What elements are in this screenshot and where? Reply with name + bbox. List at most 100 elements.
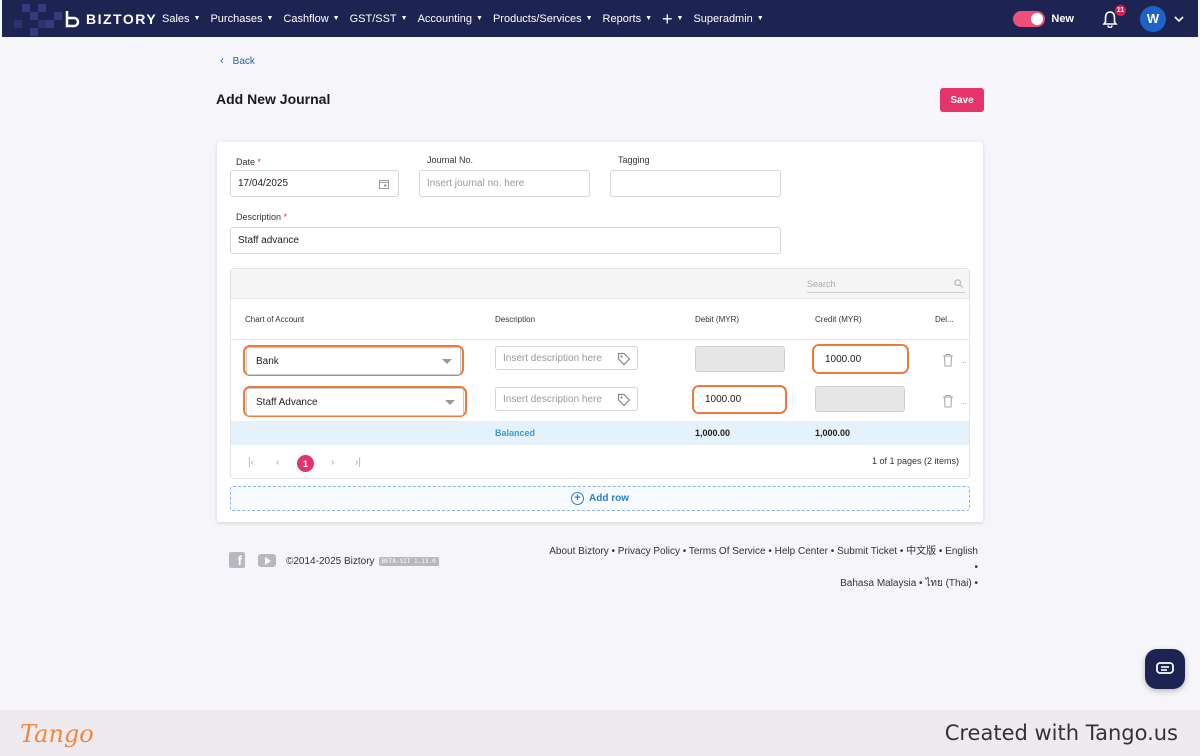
nav-label: Reports	[602, 12, 642, 25]
tag-icon[interactable]	[617, 393, 631, 407]
biztory-logo-icon	[65, 10, 80, 27]
youtube-icon[interactable]	[258, 554, 276, 567]
new-ui-toggle[interactable]	[1013, 10, 1046, 27]
top-navbar: BIZTORY Sales ▼ Purchases ▼ Cashflow ▼ GST/…	[2, 0, 1198, 37]
chat-support-button[interactable]	[1145, 649, 1185, 689]
nav-purchases[interactable]: Purchases ▼	[210, 13, 273, 25]
nav-gst-sst[interactable]: GST/SST ▼	[350, 13, 408, 25]
column-header-account[interactable]: Chart of Account	[245, 315, 304, 324]
notification-badge: 11	[1115, 4, 1126, 16]
credit-input[interactable]	[815, 386, 905, 412]
tango-watermark-bar: Tango Created with Tango.us	[0, 710, 1200, 756]
nav-label: Purchases	[210, 12, 263, 25]
row-more-icon: ..	[962, 356, 967, 365]
nav-products-services[interactable]: Products/Services ▼	[493, 13, 593, 25]
calendar-icon[interactable]	[379, 179, 389, 189]
version-badge: BETA-SIT 1.13.0	[378, 557, 439, 566]
back-link[interactable]: ‹ Back	[220, 55, 255, 67]
toggle-label: New	[1051, 12, 1074, 25]
facebook-icon[interactable]: f	[229, 552, 245, 568]
column-header-description[interactable]: Description	[495, 315, 535, 324]
plus-circle-icon: +	[571, 492, 584, 505]
description-field[interactable]: Staff advance	[230, 227, 781, 254]
prev-page-icon[interactable]: ‹	[276, 457, 279, 468]
chevron-down-icon: ▼	[756, 15, 764, 22]
dropdown-arrow-icon	[442, 359, 452, 364]
chevron-down-icon[interactable]	[1174, 14, 1184, 24]
debit-input[interactable]	[695, 346, 785, 372]
last-page-icon[interactable]: ›|	[355, 457, 361, 468]
line-description-input[interactable]: Insert description here	[495, 346, 638, 370]
chevron-left-icon: ‹	[220, 55, 224, 67]
account-select[interactable]: Staff Advance	[246, 388, 464, 416]
totals-row: Balanced 1,000.00 1,000.00	[231, 421, 969, 445]
journal-no-field[interactable]: Insert journal no. here	[419, 170, 590, 197]
journal-form-card: Date * 17/04/2025 Journal No. Insert jou…	[217, 142, 983, 522]
user-controls: New 11 W	[1013, 0, 1184, 37]
footer-links-line2[interactable]: Bahasa Malaysia • ไทย (Thai) •	[548, 576, 978, 592]
line-description-input[interactable]: Insert description here	[495, 387, 638, 411]
chevron-down-icon: ▼	[332, 15, 340, 22]
account-select[interactable]: Bank	[246, 347, 461, 375]
nav-label: Accounting	[417, 12, 473, 25]
nav-accounting[interactable]: Accounting ▼	[418, 13, 483, 25]
debit-input[interactable]: 1000.00	[695, 387, 783, 412]
column-header-credit[interactable]: Credit (MYR)	[815, 315, 862, 324]
account-value: Bank	[256, 355, 279, 367]
trash-icon[interactable]	[942, 353, 954, 367]
main-menu: Sales ▼ Purchases ▼ Cashflow ▼ GST/SST ▼ Acc…	[162, 0, 774, 37]
nav-superadmin[interactable]: Superadmin ▼	[693, 13, 763, 25]
nav-label: Superadmin	[693, 12, 753, 25]
current-page[interactable]: 1	[297, 455, 314, 472]
balance-status: Balanced	[495, 428, 536, 438]
account-value: Staff Advance	[256, 396, 318, 408]
tag-icon[interactable]	[617, 352, 631, 366]
search-icon	[954, 279, 963, 288]
notifications-button[interactable]: 11	[1102, 4, 1126, 28]
footer-links-line1[interactable]: About Biztory • Privacy Policy • Terms O…	[548, 544, 978, 576]
trash-icon[interactable]	[942, 394, 954, 408]
brand-name: BIZTORY	[86, 10, 158, 27]
copyright: ©2014-2025 Biztory BETA-SIT 1.13.0	[286, 556, 439, 567]
nav-cashflow[interactable]: Cashflow ▼	[283, 13, 339, 25]
page-title: Add New Journal	[216, 91, 331, 107]
nav-sales[interactable]: Sales ▼	[162, 13, 200, 25]
line-description-placeholder: Insert description here	[503, 393, 602, 405]
column-header-debit[interactable]: Debit (MYR)	[695, 315, 739, 324]
nav-quick-add[interactable]: + ▼	[662, 10, 683, 28]
copyright-text: ©2014-2025 Biztory	[286, 556, 375, 567]
column-header-delete[interactable]: Del...	[935, 315, 954, 324]
nav-reports[interactable]: Reports ▼	[603, 13, 652, 25]
line-description-placeholder: Insert description here	[503, 352, 602, 364]
grid-search-input[interactable]: Search	[807, 275, 965, 293]
nav-label: Sales	[162, 12, 190, 25]
credit-input[interactable]: 1000.00	[815, 346, 905, 372]
next-page-icon[interactable]: ›	[331, 457, 334, 468]
chevron-down-icon: ▼	[585, 15, 593, 22]
row-more-icon: ..	[962, 397, 967, 406]
avatar[interactable]: W	[1140, 5, 1166, 32]
description-label: Description *	[236, 212, 287, 222]
date-field[interactable]: 17/04/2025	[230, 170, 399, 197]
chevron-down-icon: ▼	[266, 15, 274, 22]
footer-links: About Biztory • Privacy Policy • Terms O…	[548, 544, 978, 592]
grid-toolbar: Search	[231, 269, 969, 299]
credit-total: 1,000.00	[815, 428, 851, 438]
back-label: Back	[232, 55, 255, 67]
first-page-icon[interactable]: |‹	[248, 457, 254, 468]
nav-label: Cashflow	[283, 12, 329, 25]
add-row-button[interactable]: + Add row	[230, 486, 970, 511]
tagging-label: Tagging	[618, 155, 650, 165]
chevron-down-icon: ▼	[400, 15, 408, 22]
chevron-down-icon: ▼	[645, 15, 653, 22]
logo-pixel-pattern	[2, 0, 72, 37]
chevron-down-icon: ▼	[476, 15, 483, 22]
tagging-field[interactable]	[610, 170, 781, 197]
dropdown-arrow-icon	[445, 400, 455, 405]
header-divider	[231, 339, 969, 340]
brand-logo[interactable]: BIZTORY	[2, 0, 162, 37]
page-info: 1 of 1 pages (2 items)	[871, 456, 959, 466]
save-button[interactable]: Save	[940, 88, 984, 112]
add-row-label: Add row	[589, 493, 629, 504]
nav-label: Products/Services	[492, 12, 582, 25]
